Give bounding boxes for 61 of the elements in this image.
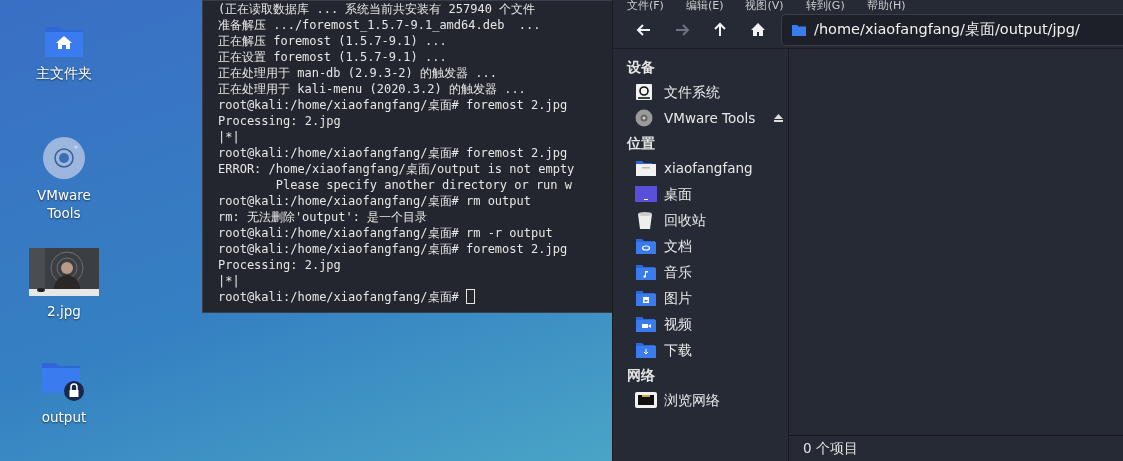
sidebar-item[interactable]: 回收站 <box>613 207 788 233</box>
terminal-line: root@kali:/home/xiaofangfang/桌面# rm -r output <box>218 225 553 241</box>
sidebar-item[interactable]: VMware Tools <box>613 105 788 131</box>
sidebar-item[interactable]: 视频 <box>613 311 788 337</box>
sidebar-item[interactable]: 文档 <box>613 233 788 259</box>
desktop-icon-label[interactable]: output <box>41 408 87 426</box>
sidebar-heading: 设备 <box>625 58 656 77</box>
menu-item[interactable]: 视图(V) <box>745 0 784 12</box>
terminal-line: |*| <box>218 129 240 145</box>
music-folder-icon <box>635 263 657 281</box>
disc-icon[interactable] <box>42 136 86 180</box>
desktop-icon-label[interactable]: VMware Tools <box>24 186 104 222</box>
terminal-line: 正在处理用于 kali-menu (2020.3.2) 的触发器 ... <box>218 81 526 97</box>
terminal-line: 准备解压 .../foremost_1.5.7-9.1_amd64.deb ... <box>218 17 541 33</box>
desktop-icon <box>635 185 657 203</box>
folder-icon <box>635 159 657 177</box>
terminal-line: Please specify another directory or run w <box>274 177 572 193</box>
folder-icon <box>635 237 657 255</box>
terminal-line: root@kali:/home/xiaofangfang/桌面# foremost 2.jpg <box>218 145 568 161</box>
forward-arrow-icon <box>674 22 690 38</box>
menu-item[interactable]: 帮助(H) <box>866 0 906 12</box>
terminal-line: root@kali:/home/xiaofangfang/桌面# foremost 2.jpg <box>218 241 568 257</box>
terminal-line: |*| <box>218 273 240 289</box>
home-folder-icon[interactable] <box>43 24 85 58</box>
terminal-line: 正在处理用于 man-db (2.9.3-2) 的触发器 ... <box>218 65 497 81</box>
terminal-line: rm: 无法删除'output': 是一个目录 <box>218 209 428 225</box>
video-folder-icon <box>635 315 657 333</box>
terminal-line: root@kali:/home/xiaofangfang/桌面# <box>218 289 460 305</box>
terminal-line: Processing: 2.jpg <box>218 113 341 129</box>
terminal-line: Processing: 2.jpg <box>218 257 341 273</box>
menu-item[interactable]: 编辑(E) <box>685 0 724 12</box>
sidebar-item[interactable]: 浏览网络 <box>613 387 788 413</box>
status-bar: 0 个项目 <box>789 435 1123 461</box>
eject-icon[interactable] <box>774 114 784 122</box>
home-icon <box>750 22 766 38</box>
location-bar[interactable]: /home/xiaofangfang/桌面/output/jpg/ <box>781 14 1123 46</box>
sidebar-heading: 网络 <box>626 366 656 385</box>
back-arrow-icon <box>636 22 652 38</box>
terminal-line: (正在读取数据库 ... 系统当前共安装有 257940 个文件 <box>218 1 536 17</box>
terminal-line: ERROR: /home/xiaofangfang/桌面/output is not empty <box>218 161 575 177</box>
terminal-line: 正在设置 foremost (1.5.7-9.1) ... <box>218 49 447 65</box>
sidebar-item[interactable]: 桌面 <box>613 181 788 207</box>
sidebar-item[interactable]: 图片 <box>613 285 788 311</box>
desktop-icon-label[interactable]: 主文件夹 <box>36 64 92 82</box>
menu-item[interactable]: 文件(F) <box>627 0 664 12</box>
sidebar-item[interactable]: xiaofangfang <box>613 155 788 181</box>
terminal-line: root@kali:/home/xiaofangfang/桌面# rm output <box>218 193 531 209</box>
locked-folder-icon[interactable] <box>41 360 87 402</box>
terminal-line: root@kali:/home/xiaofangfang/桌面# foremost 2.jpg <box>218 97 568 113</box>
download-folder-icon <box>635 341 657 359</box>
sidebar-heading: 位置 <box>626 134 656 153</box>
network-icon <box>635 391 657 409</box>
pictures-folder-icon <box>635 289 657 307</box>
menu-item[interactable]: 转到(G) <box>805 0 845 12</box>
sidebar-item[interactable]: 音乐 <box>613 259 788 285</box>
sidebar-item[interactable]: 文件系统 <box>613 79 788 105</box>
sidebar-item[interactable]: 下载 <box>613 337 788 363</box>
up-arrow-icon <box>712 22 728 38</box>
desktop-icon-label[interactable]: 2.jpg <box>47 302 81 320</box>
folder-icon <box>792 24 806 36</box>
terminal-line: 正在解压 foremost (1.5.7-9.1) ... <box>218 33 447 49</box>
